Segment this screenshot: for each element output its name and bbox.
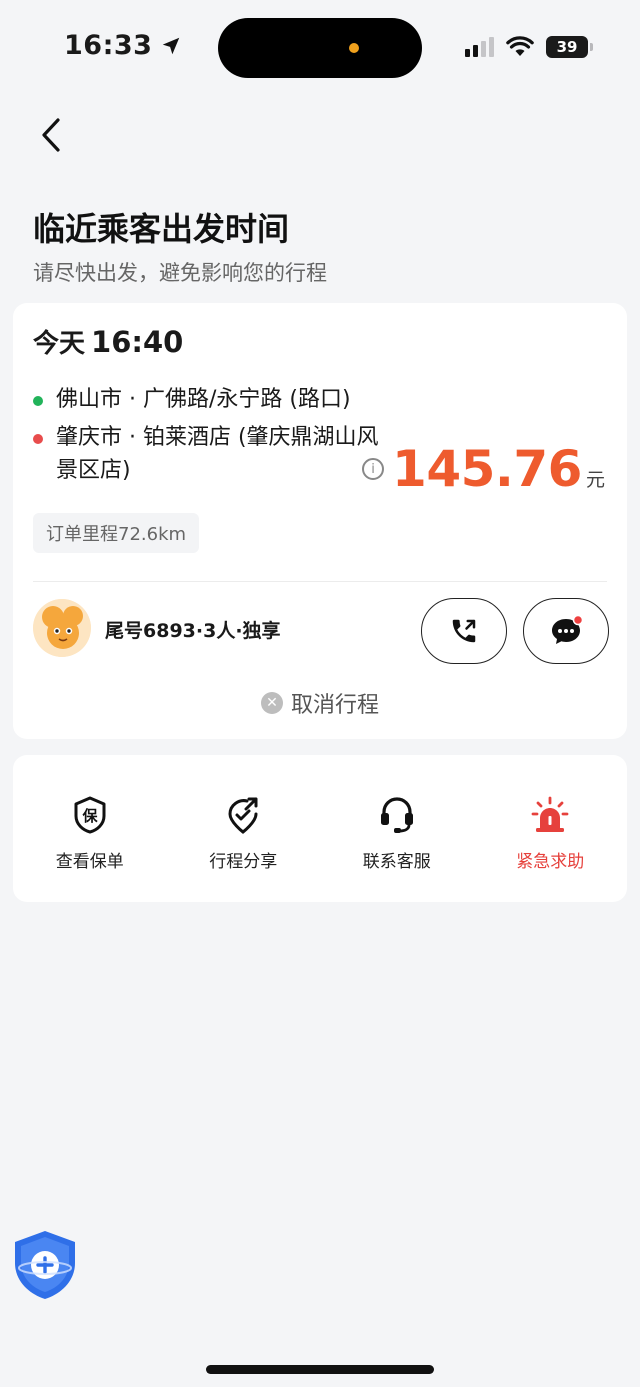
origin-address: 佛山市 · 广佛路/永宁路 (路口) bbox=[56, 387, 351, 412]
action-label-policy: 查看保单 bbox=[55, 852, 124, 872]
battery-level: 39 bbox=[556, 38, 578, 56]
cancel-trip-button[interactable]: ✕ 取消行程 bbox=[13, 687, 627, 719]
signal-icon bbox=[465, 37, 494, 57]
privacy-indicator-dot bbox=[349, 43, 359, 53]
action-label-service: 联系客服 bbox=[362, 852, 431, 872]
dynamic-island bbox=[218, 18, 422, 78]
clock-text: 16:33 bbox=[64, 30, 153, 61]
home-indicator bbox=[206, 1365, 434, 1374]
page-title: 临近乘客出发时间 bbox=[33, 210, 290, 248]
customer-service-icon bbox=[380, 797, 413, 833]
back-button[interactable] bbox=[30, 110, 74, 160]
shield-plus-icon bbox=[15, 1231, 75, 1299]
view-policy-button[interactable]: 保 查看保单 bbox=[13, 755, 167, 902]
action-label-share: 行程分享 bbox=[209, 852, 278, 872]
info-icon[interactable]: i bbox=[362, 458, 385, 480]
call-button[interactable] bbox=[421, 598, 507, 664]
price-unit: 元 bbox=[585, 469, 605, 491]
trip-card: 今天 16:40 佛山市 · 广佛路/永宁路 (路口) 肇庆市 · 铂莱酒店 (… bbox=[13, 303, 627, 739]
action-label-emergency: 紧急求助 bbox=[516, 852, 585, 872]
status-time: 16:33 bbox=[64, 30, 182, 61]
policy-icon: 保 bbox=[74, 796, 106, 834]
customer-service-button[interactable]: 联系客服 bbox=[320, 755, 474, 902]
chevron-left-icon bbox=[42, 118, 60, 152]
message-button[interactable] bbox=[523, 598, 609, 664]
passenger-info: 尾号6893·3人·独享 bbox=[105, 620, 281, 642]
destination-address: 肇庆市 · 铂莱酒店 (肇庆鼎湖山风景区店) bbox=[56, 425, 379, 483]
mileage-badge: 订单里程72.6km bbox=[33, 513, 200, 553]
screen: 16:33 39 临近乘客出发时间 请尽快出发，避免影响您的行程 今天 16:4… bbox=[0, 0, 640, 1387]
safety-shield-button[interactable] bbox=[12, 1229, 78, 1301]
origin-dot bbox=[33, 396, 43, 406]
departure-time: 今天 16:40 bbox=[33, 323, 183, 360]
emergency-button[interactable]: 紧急求助 bbox=[474, 755, 628, 902]
divider bbox=[33, 581, 607, 582]
departure-day: 今天 bbox=[33, 329, 86, 359]
emergency-siren-icon bbox=[531, 796, 569, 832]
wifi-icon bbox=[506, 36, 534, 56]
share-trip-button[interactable]: 行程分享 bbox=[167, 755, 321, 902]
destination-dot bbox=[33, 434, 43, 444]
page-subtitle: 请尽快出发，避免影响您的行程 bbox=[33, 261, 327, 285]
policy-glyph: 保 bbox=[81, 807, 98, 825]
avatar bbox=[33, 599, 91, 657]
close-circle-icon: ✕ bbox=[260, 692, 283, 714]
location-arrow-icon bbox=[163, 37, 180, 54]
departure-clock: 16:40 bbox=[91, 325, 184, 359]
status-right: 39 bbox=[465, 36, 593, 58]
cancel-trip-label: 取消行程 bbox=[290, 693, 379, 718]
price-row: i 145.76 元 bbox=[362, 440, 605, 498]
battery-icon: 39 bbox=[546, 36, 593, 58]
price-amount: 145.76 bbox=[392, 440, 582, 498]
passenger-avatar-icon bbox=[33, 599, 91, 657]
chat-icon bbox=[552, 615, 583, 644]
quick-actions-card: 保 查看保单 行程分享 联系客服 紧急求助 bbox=[13, 755, 627, 902]
share-trip-icon bbox=[228, 797, 258, 834]
phone-icon bbox=[452, 619, 476, 643]
status-bar: 16:33 39 bbox=[0, 0, 640, 96]
